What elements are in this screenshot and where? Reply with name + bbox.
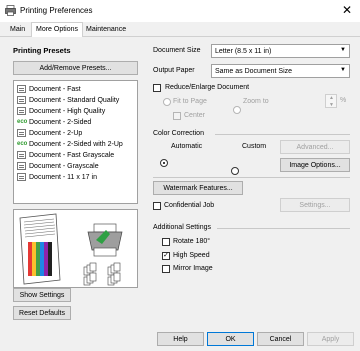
document-icon (17, 162, 26, 170)
preview-illustration (19, 213, 123, 286)
additional-settings-heading: Additional Settings (153, 224, 211, 231)
chevron-down-icon: ▼ (340, 47, 346, 53)
preset-item[interactable]: Document - High Quality (17, 106, 105, 116)
watermark-settings-button[interactable]: Settings... (280, 198, 350, 212)
fit-to-page-radio[interactable] (163, 98, 171, 106)
document-icon (17, 129, 26, 137)
show-settings-button[interactable]: Show Settings (13, 288, 71, 302)
watermark-features-button[interactable]: Watermark Features... (153, 181, 243, 195)
window-title: Printing Preferences (20, 6, 93, 15)
close-button[interactable]: ✕ (334, 0, 360, 20)
confidential-job-checkbox[interactable] (153, 202, 161, 210)
document-icon (17, 107, 26, 115)
center-checkbox[interactable] (173, 112, 181, 120)
document-icon (17, 96, 26, 104)
preset-item[interactable]: Document - 2-Up (17, 128, 82, 138)
high-speed-label: High Speed (173, 252, 210, 259)
printer-icon (87, 223, 123, 257)
fit-to-page-label: Fit to Page (173, 98, 207, 105)
output-paper-select[interactable]: Same as Document Size ▼ (211, 64, 350, 78)
rotate-180-label: Rotate 180° (173, 238, 211, 245)
cancel-button[interactable]: Cancel (257, 332, 304, 346)
document-icon (17, 85, 26, 93)
custom-radio[interactable] (231, 167, 239, 175)
percent-label: % (340, 97, 347, 104)
center-label: Center (184, 112, 206, 119)
zoom-to-radio[interactable] (233, 106, 241, 114)
spinner-down-icon: ▼ (329, 102, 334, 108)
preset-item[interactable]: Document - Grayscale (17, 161, 99, 171)
tab-maintenance[interactable]: Maintenance (82, 24, 130, 36)
mirror-image-checkbox[interactable] (162, 265, 170, 273)
advanced-button[interactable]: Advanced... (280, 140, 350, 154)
image-options-button[interactable]: Image Options... (280, 158, 350, 172)
preset-item[interactable]: Document - Standard Quality (17, 95, 119, 105)
group-divider (217, 228, 350, 229)
preset-item[interactable]: Document - 11 x 17 in (17, 172, 97, 182)
automatic-label: Automatic (171, 143, 203, 150)
automatic-radio[interactable] (160, 159, 168, 167)
high-speed-checkbox[interactable]: ✓ (162, 252, 170, 260)
chevron-down-icon: ▼ (340, 67, 346, 73)
confidential-job-label: Confidential Job (164, 202, 215, 209)
printer-app-icon (5, 5, 16, 16)
help-button[interactable]: Help (157, 332, 204, 346)
zoom-to-label: Zoom to (243, 98, 269, 105)
page-preview-icon (19, 213, 61, 285)
document-icon (17, 151, 26, 159)
color-correction-heading: Color Correction (153, 130, 204, 137)
preset-item[interactable]: eco Document - 2-Sided (17, 117, 91, 127)
zoom-spinner[interactable]: ▲ ▼ (325, 94, 337, 108)
group-divider (215, 134, 350, 135)
add-remove-presets-button[interactable]: Add/Remove Presets... (13, 61, 138, 75)
preset-item[interactable]: Document - Fast Grayscale (17, 150, 114, 160)
custom-label: Custom (242, 143, 267, 150)
reset-defaults-button[interactable]: Reset Defaults (13, 306, 71, 320)
rotate-180-checkbox[interactable] (162, 238, 170, 246)
print-preview (13, 209, 138, 288)
apply-button[interactable]: Apply (307, 332, 354, 346)
document-size-label: Document Size (153, 47, 201, 54)
spinner-up-icon: ▲ (329, 95, 334, 101)
group-divider (153, 177, 350, 178)
preset-item[interactable]: eco Document - 2-Sided with 2-Up (17, 139, 123, 149)
ok-button[interactable]: OK (207, 332, 254, 346)
copies-icon (83, 262, 121, 286)
document-size-select[interactable]: Letter (8.5 x 11 in) ▼ (211, 44, 350, 58)
tab-main[interactable]: Main (6, 24, 29, 36)
eco-icon: eco (17, 141, 28, 147)
reduce-enlarge-checkbox[interactable] (153, 84, 161, 92)
eco-icon: eco (17, 119, 28, 125)
printing-presets-heading: Printing Presets (13, 46, 71, 55)
reduce-enlarge-label: Reduce/Enlarge Document (165, 84, 250, 91)
document-icon (17, 173, 26, 181)
mirror-image-label: Mirror Image (173, 265, 213, 272)
tab-more-options[interactable]: More Options (31, 22, 84, 37)
preset-item[interactable]: Document - Fast (17, 84, 81, 94)
presets-list[interactable]: Document - Fast Document - Standard Qual… (13, 80, 138, 204)
output-paper-label: Output Paper (153, 67, 195, 74)
